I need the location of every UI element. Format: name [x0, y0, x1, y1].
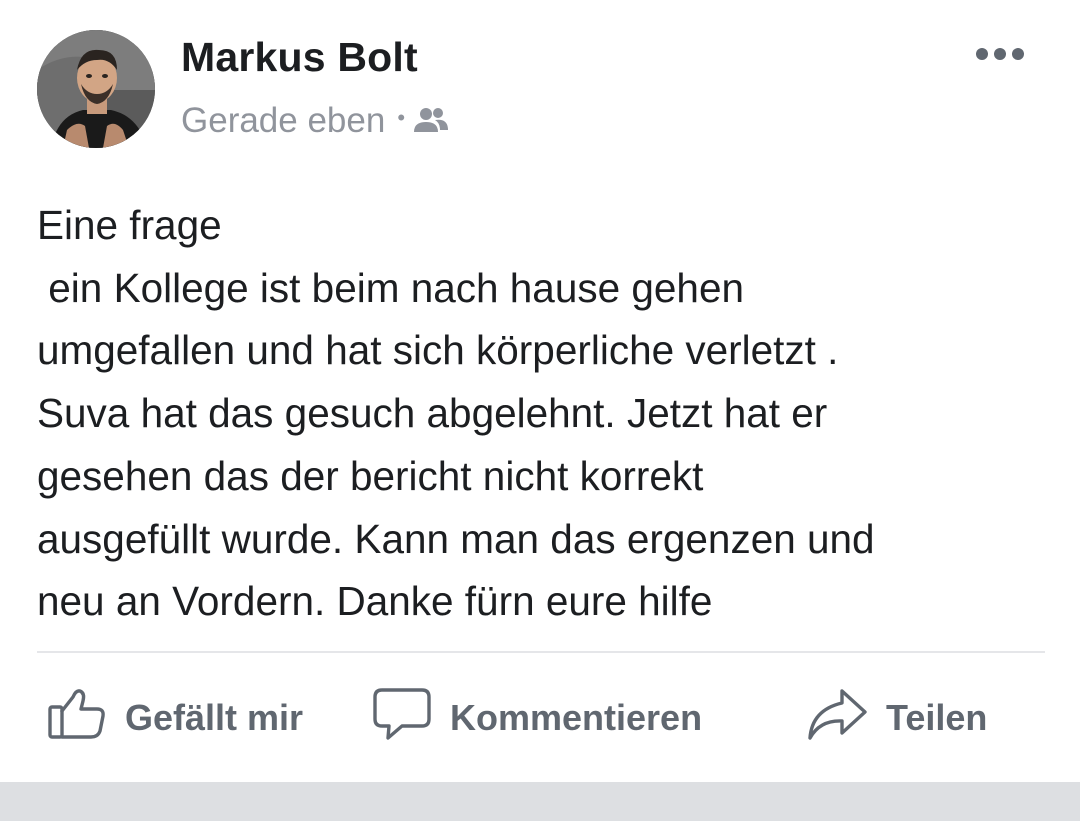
post-timestamp[interactable]: Gerade eben [181, 101, 385, 141]
feed-separator-band [0, 782, 1080, 821]
share-label: Teilen [886, 697, 988, 738]
author-name[interactable]: Markus Bolt [181, 34, 418, 81]
more-dots-icon [976, 48, 1024, 60]
post-divider [37, 651, 1045, 653]
more-options-button[interactable] [968, 36, 1032, 72]
comment-button[interactable]: Kommentieren [372, 683, 702, 753]
comment-bubble-icon [372, 686, 432, 751]
feed-post: Markus Bolt Gerade eben • Eine frage ein… [0, 0, 1080, 782]
thumbs-up-icon [47, 687, 107, 750]
share-button[interactable]: Teilen [806, 683, 987, 753]
post-text: Eine frage ein Kollege ist beim nach hau… [37, 202, 875, 625]
like-button[interactable]: Gefällt mir [47, 683, 303, 753]
post-meta: Gerade eben • [181, 99, 449, 143]
meta-separator: • [397, 105, 406, 130]
profile-photo-icon [37, 30, 155, 148]
friends-icon[interactable] [413, 104, 449, 134]
comment-label: Kommentieren [450, 697, 703, 738]
like-label: Gefällt mir [125, 697, 304, 738]
author-avatar[interactable] [37, 30, 155, 148]
share-arrow-icon [806, 686, 868, 751]
